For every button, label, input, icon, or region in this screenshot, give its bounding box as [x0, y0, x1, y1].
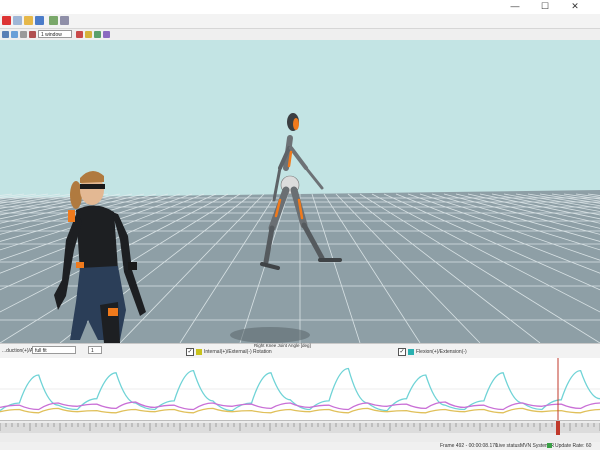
folder-icon[interactable] [24, 16, 33, 25]
skeleton-icon[interactable] [76, 31, 83, 38]
rotation-label: Internal(+)/External(-) Rotation [204, 349, 272, 355]
step-input[interactable]: 1 [88, 346, 102, 354]
update-rate: Update Rate: 60 [555, 443, 592, 449]
export-icon[interactable] [49, 16, 58, 25]
open-icon[interactable] [13, 16, 22, 25]
title-bar: — ☐ ✕ [0, 0, 600, 14]
graph-header: ...duction(+)/Adduction(-) full fit 1 Ri… [0, 343, 600, 359]
joint-angle-graph[interactable] [0, 358, 600, 420]
timeline-playhead [556, 421, 560, 435]
rotation-color-swatch [196, 349, 202, 355]
rotation-checkbox[interactable]: ✓ [186, 348, 194, 356]
scene-canvas [0, 40, 600, 343]
status-bar: Frame 492 - 00:00:08.170 Live status: MV… [0, 442, 600, 450]
zoom-icon[interactable] [11, 31, 18, 38]
flexion-color-swatch [408, 349, 414, 355]
move-icon[interactable] [20, 31, 27, 38]
main-toolbar [0, 14, 600, 29]
settings-icon[interactable] [103, 31, 110, 38]
timeline[interactable] [0, 420, 600, 443]
flexion-label: Flexion(+)/Extension(-) [416, 349, 467, 355]
segment-icon[interactable] [85, 31, 92, 38]
save-icon[interactable] [35, 16, 44, 25]
series-line [0, 401, 600, 411]
graph-title: Right Knee Joint Angle [deg] [254, 343, 311, 348]
connection-ok-icon [547, 443, 552, 448]
window-mode-select[interactable]: 1 window [38, 30, 72, 38]
marker-icon[interactable] [29, 31, 36, 38]
zoom-select[interactable]: full fit [32, 346, 76, 354]
flexion-checkbox[interactable]: ✓ [398, 348, 406, 356]
live-status-label: Live status: [496, 443, 522, 449]
close-button[interactable]: ✕ [564, 0, 586, 14]
series-line [0, 407, 600, 414]
camera-icon[interactable] [2, 31, 9, 38]
avatar-shadow [230, 327, 310, 343]
maximize-button[interactable]: ☐ [534, 0, 556, 14]
joint-angle-plot [0, 358, 600, 420]
frame-readout: Frame 492 - 00:00:08.170 [440, 443, 498, 449]
contact-icon[interactable] [94, 31, 101, 38]
timeline-ruler [0, 421, 600, 435]
record-icon[interactable] [2, 16, 11, 25]
3d-viewport[interactable] [0, 40, 600, 343]
minimize-button[interactable]: — [504, 0, 526, 14]
grid-icon[interactable] [60, 16, 69, 25]
